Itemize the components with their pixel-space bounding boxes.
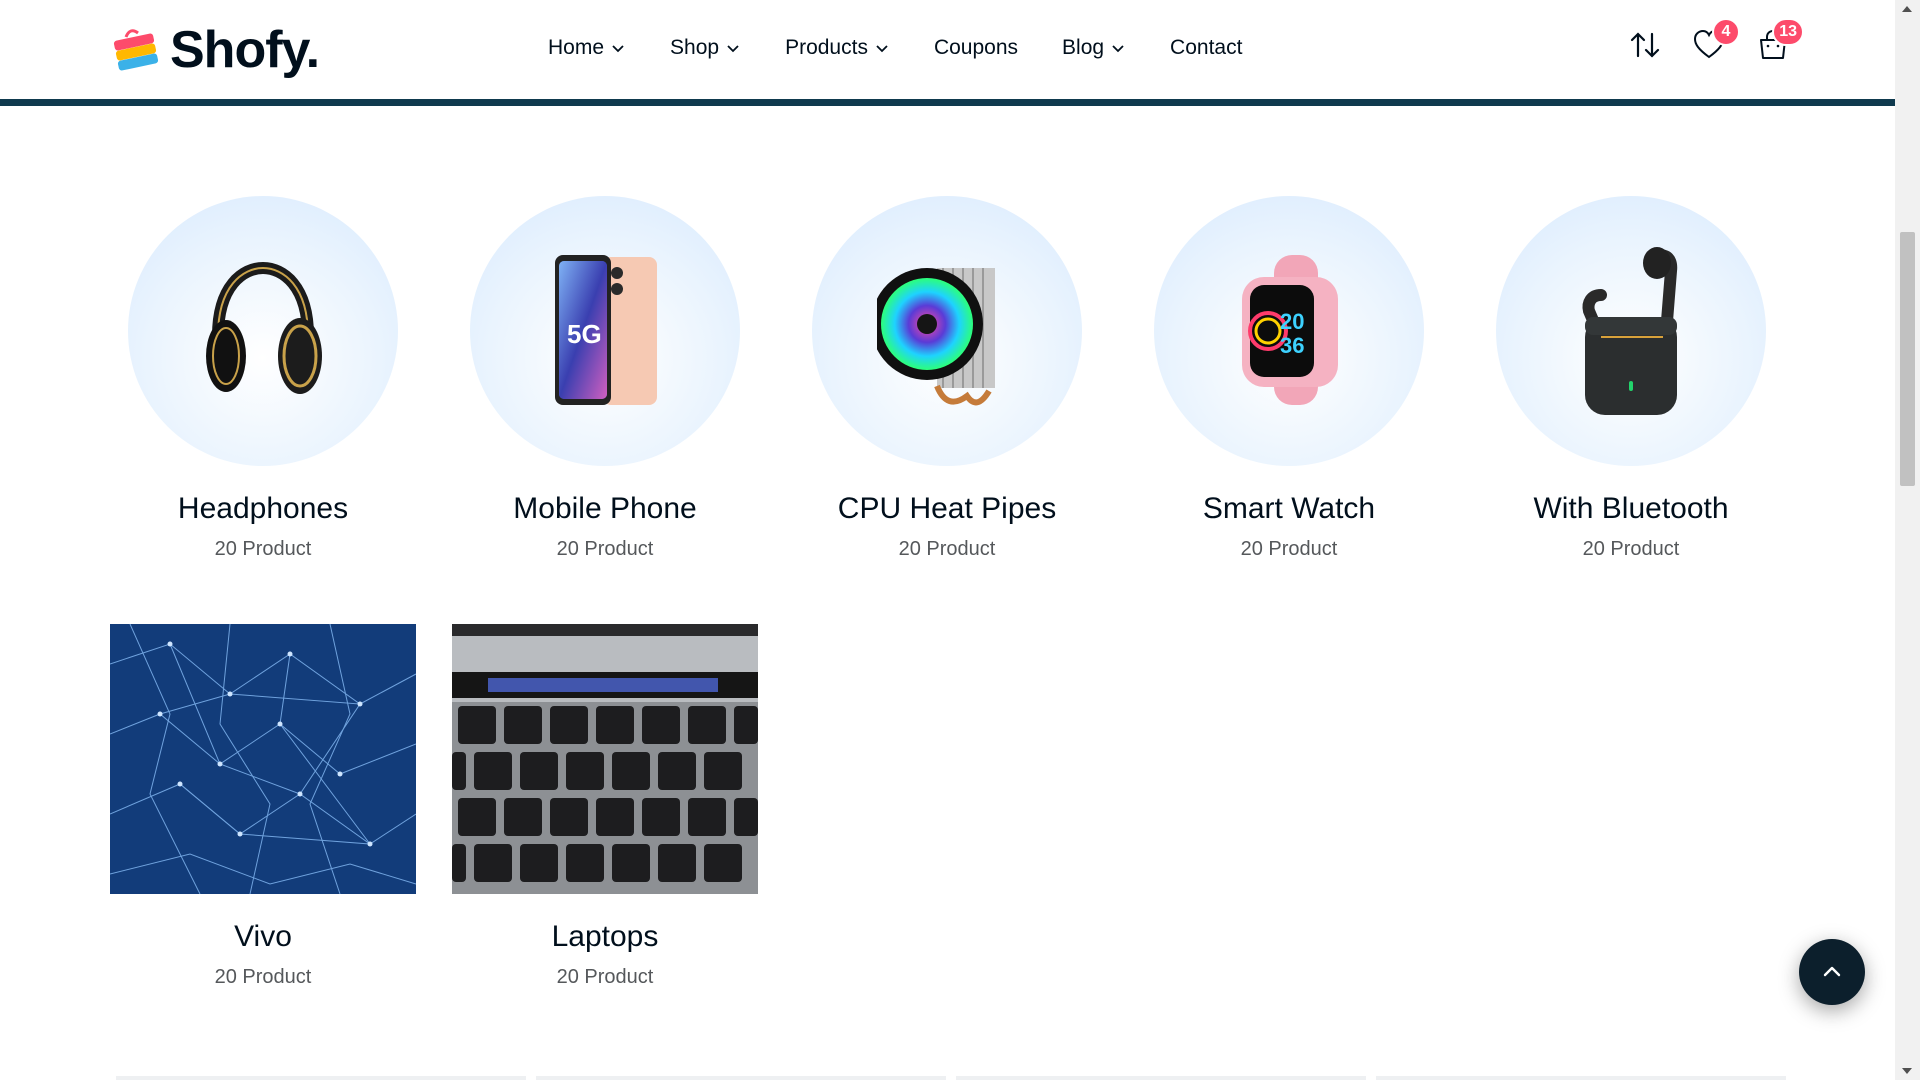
category-title[interactable]: With Bluetooth [1496, 492, 1766, 526]
chevron-up-icon [1823, 966, 1841, 977]
category-image[interactable] [452, 624, 758, 894]
brand-name: Shofy. [170, 21, 320, 79]
chevron-down-icon [876, 45, 888, 53]
site-header: Shofy. Home Shop Products Coupons Blog C… [0, 0, 1895, 106]
category-cpu-heat-pipes[interactable]: CPU Heat Pipes 20 Product [812, 196, 1082, 561]
category-image[interactable] [812, 196, 1082, 466]
category-title[interactable]: Headphones [128, 492, 398, 526]
category-count: 20 Product [214, 538, 312, 560]
category-title[interactable]: Laptops [452, 920, 758, 954]
mobile-phone-icon: 5G [555, 255, 657, 405]
svg-text:36: 36 [1280, 333, 1304, 358]
category-title[interactable]: Mobile Phone [470, 492, 740, 526]
page-scrollbar[interactable] [1895, 0, 1920, 1080]
nav-coupons-label: Coupons [933, 36, 1019, 59]
nav-contact[interactable]: Contact [1170, 36, 1242, 60]
nav-products-label: Products [785, 36, 868, 59]
cart-count-badge: 13 [1772, 18, 1804, 46]
category-with-bluetooth[interactable]: With Bluetooth 20 Product [1496, 196, 1766, 561]
divider-segment [1376, 1076, 1786, 1080]
nav-blog-label: Blog [1062, 36, 1105, 59]
category-image[interactable]: 5G [470, 196, 740, 466]
compare-button[interactable] [1628, 28, 1662, 62]
chevron-down-icon [612, 45, 624, 53]
headphones-icon [206, 261, 322, 394]
chevron-down-icon [1112, 45, 1124, 53]
chevron-down-icon [727, 45, 739, 53]
svg-text:20: 20 [1280, 309, 1304, 334]
cart-button[interactable]: 13 [1756, 18, 1804, 62]
scroll-up-arrow-icon[interactable] [1902, 6, 1912, 12]
earbuds-icon [1582, 247, 1678, 415]
category-mobile-phone[interactable]: 5G Mobile Phone 20 Product [470, 196, 740, 561]
category-count: 20 Product [556, 966, 654, 988]
divider-segment [536, 1076, 946, 1080]
nav-products[interactable]: Products [785, 36, 890, 60]
category-row: Vivo 20 Product Laptops 20 Product [110, 624, 1770, 989]
next-section-divider [116, 1076, 1786, 1080]
category-count: 20 Product [214, 966, 312, 988]
nav-home-label: Home [548, 36, 605, 59]
category-smart-watch[interactable]: 20 36 Smart Watch 20 Product [1154, 196, 1424, 561]
nav-shop[interactable]: Shop [670, 36, 741, 60]
category-count: 20 Product [898, 538, 996, 560]
svg-text:5G: 5G [567, 319, 602, 349]
category-count: 20 Product [1240, 538, 1338, 560]
nav-contact-label: Contact [1170, 36, 1243, 59]
scroll-down-arrow-icon[interactable] [1902, 1068, 1912, 1074]
arrows-up-down-icon [1630, 32, 1660, 58]
keyboard-image [452, 624, 758, 894]
category-image[interactable]: 20 36 [1154, 196, 1424, 466]
category-title[interactable]: CPU Heat Pipes [812, 492, 1082, 526]
category-count: 20 Product [1582, 538, 1680, 560]
category-title[interactable]: Vivo [110, 920, 416, 954]
category-headphones[interactable]: Headphones 20 Product [128, 196, 398, 561]
category-laptops[interactable]: Laptops 20 Product [452, 624, 758, 989]
main-nav: Home Shop Products Coupons Blog Contact [548, 36, 1242, 60]
nav-home[interactable]: Home [548, 36, 626, 60]
category-vivo[interactable]: Vivo 20 Product [110, 624, 416, 989]
cpu-cooler-icon [877, 268, 995, 406]
header-actions: 4 13 [1628, 18, 1804, 62]
category-count: 20 Product [556, 538, 654, 560]
nav-coupons[interactable]: Coupons [934, 36, 1018, 60]
category-image[interactable] [1496, 196, 1766, 466]
shopping-bag-logo-icon [113, 29, 159, 71]
divider-segment [116, 1076, 526, 1080]
nav-blog[interactable]: Blog [1062, 36, 1126, 60]
network-image [110, 624, 416, 894]
nav-shop-label: Shop [670, 36, 720, 59]
divider-segment [956, 1076, 1366, 1080]
category-row: Headphones 20 Product 5G Mobile Phone 20… [110, 196, 1770, 561]
wishlist-button[interactable]: 4 [1692, 18, 1740, 62]
category-title[interactable]: Smart Watch [1154, 492, 1424, 526]
scrollbar-thumb[interactable] [1900, 232, 1915, 486]
smart-watch-icon: 20 36 [1242, 255, 1338, 405]
wishlist-count-badge: 4 [1712, 18, 1740, 46]
category-image[interactable] [110, 624, 416, 894]
back-to-top-button[interactable] [1799, 939, 1865, 1005]
brand-logo[interactable]: Shofy. [110, 20, 320, 80]
category-image[interactable] [128, 196, 398, 466]
